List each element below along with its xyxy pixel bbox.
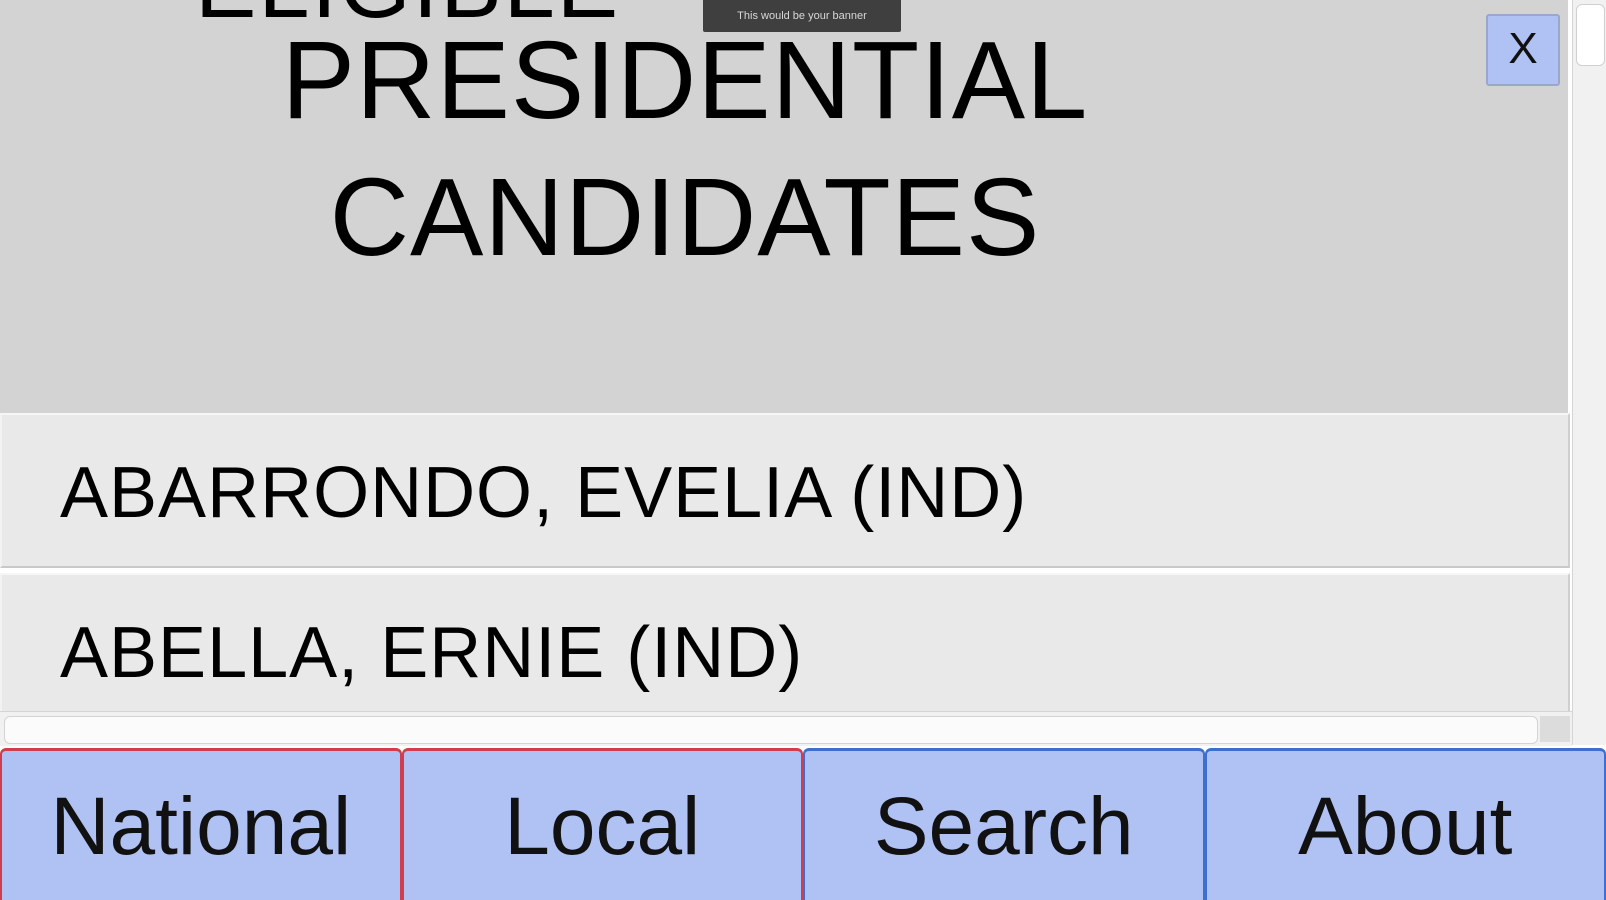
nav-button-about[interactable]: About xyxy=(1204,748,1606,900)
horizontal-scrollbar[interactable] xyxy=(0,711,1572,746)
nav-button-local[interactable]: Local xyxy=(401,748,803,900)
candidate-list-item[interactable]: ABELLA, ERNIE (IND) xyxy=(0,573,1570,713)
app-window: ELIGIBLE PRESIDENTIAL CANDIDATES This wo… xyxy=(0,0,1606,900)
candidate-list: ABARRONDO, EVELIA (IND) ABELLA, ERNIE (I… xyxy=(0,413,1570,713)
candidate-list-item[interactable]: ABARRONDO, EVELIA (IND) xyxy=(0,413,1570,568)
vertical-scrollbar-thumb[interactable] xyxy=(1576,4,1605,66)
page-title-line-2: CANDIDATES xyxy=(329,156,1041,279)
horizontal-scrollbar-thumb[interactable] xyxy=(4,716,1538,744)
page-title: PRESIDENTIAL CANDIDATES xyxy=(0,12,1370,286)
candidate-name: ABELLA, ERNIE (IND) xyxy=(60,613,804,693)
banner-placeholder: This would be your banner xyxy=(703,0,901,32)
vertical-scrollbar[interactable] xyxy=(1572,0,1606,745)
candidate-name: ABARRONDO, EVELIA (IND) xyxy=(60,453,1028,533)
scrollbar-corner xyxy=(1540,716,1570,742)
header-panel: ELIGIBLE PRESIDENTIAL CANDIDATES This wo… xyxy=(0,0,1568,413)
page-title-line-1: PRESIDENTIAL xyxy=(281,19,1089,142)
close-button[interactable]: X xyxy=(1486,14,1560,86)
bottom-nav: National Local Search About xyxy=(0,748,1606,900)
nav-button-search[interactable]: Search xyxy=(803,748,1205,900)
nav-button-national[interactable]: National xyxy=(0,748,402,900)
